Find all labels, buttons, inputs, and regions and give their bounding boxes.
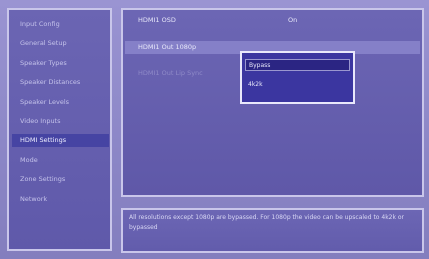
osd-screen: Input Config General Setup Speaker Types… (0, 0, 429, 259)
sidebar-item-speaker-levels[interactable]: Speaker Levels (12, 96, 109, 109)
setting-row-hdmi1-osd[interactable]: HDMI1 OSD On (125, 14, 420, 27)
sidebar-item-general-setup[interactable]: General Setup (12, 37, 109, 50)
setting-label: HDMI1 Out Lip Sync (138, 69, 203, 77)
sidebar-item-zone-settings[interactable]: Zone Settings (12, 173, 109, 186)
help-text: All resolutions except 1080p are bypasse… (129, 214, 405, 231)
help-text-panel: All resolutions except 1080p are bypasse… (121, 208, 424, 253)
setting-value: On (288, 16, 298, 24)
sidebar-item-video-inputs[interactable]: Video Inputs (12, 115, 109, 128)
sidebar-item-hdmi-settings[interactable]: HDMI Settings (12, 134, 109, 147)
sidebar-item-speaker-types[interactable]: Speaker Types (12, 57, 109, 70)
sidebar-item-speaker-distances[interactable]: Speaker Distances (12, 76, 109, 89)
setting-label: HDMI1 OSD (138, 16, 176, 24)
dropdown-option-4k2k[interactable]: 4k2k (245, 79, 350, 91)
sidebar-item-network[interactable]: Network (12, 193, 109, 206)
sidebar-item-input-config[interactable]: Input Config (12, 18, 109, 31)
sidebar-item-mode[interactable]: Mode (12, 154, 109, 167)
dropdown-option-bypass[interactable]: Bypass (245, 59, 350, 71)
option-dropdown[interactable]: Bypass 4k2k (240, 51, 355, 104)
setup-menu-sidebar: Input Config General Setup Speaker Types… (7, 8, 112, 251)
setting-label: HDMI1 Out 1080p (138, 43, 197, 51)
